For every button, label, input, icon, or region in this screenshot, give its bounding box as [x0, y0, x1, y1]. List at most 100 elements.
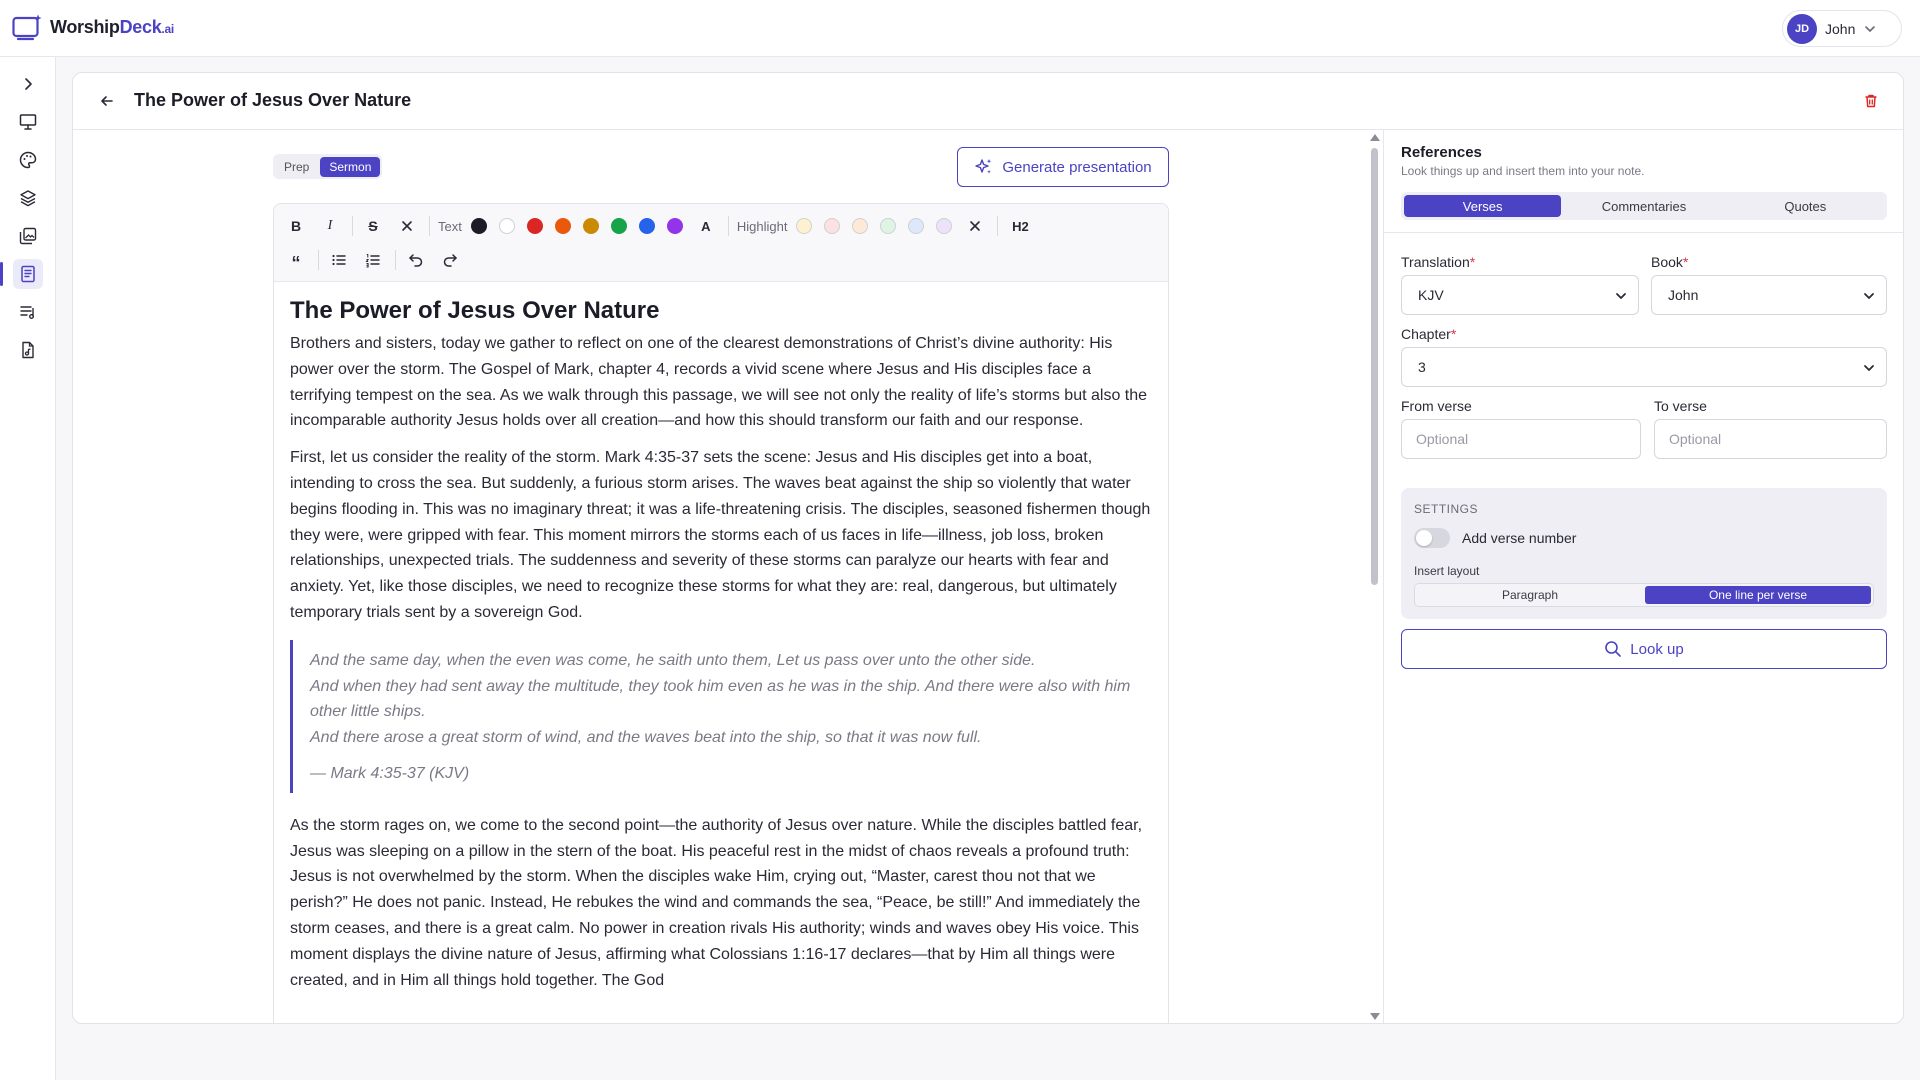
notes-icon: [21, 265, 35, 283]
undo-button[interactable]: [402, 246, 430, 274]
sidebar-item-setlists[interactable]: [13, 297, 43, 327]
text-color-blue[interactable]: [638, 218, 655, 234]
quote-verse: And when they had sent away the multitud…: [310, 677, 1131, 721]
chapter-select[interactable]: 3: [1401, 347, 1887, 387]
highlight-purple[interactable]: [936, 218, 953, 234]
back-arrow-icon: [101, 96, 113, 106]
look-up-label: Look up: [1630, 640, 1684, 658]
gallery-icon: [19, 227, 37, 245]
song-file-icon: [22, 341, 34, 359]
mode-prep[interactable]: Prep: [275, 157, 318, 177]
document-body[interactable]: The Power of Jesus Over Nature Brothers …: [274, 282, 1168, 993]
look-up-button[interactable]: Look up: [1401, 629, 1887, 669]
sidebar-item-themes[interactable]: [13, 145, 43, 175]
text-color-white[interactable]: [498, 218, 515, 234]
clear-highlight-button[interactable]: [961, 212, 989, 240]
heading-2-button[interactable]: H2: [1004, 212, 1036, 240]
sidebar-item-presentations[interactable]: [13, 107, 43, 137]
paragraph: As the storm rages on, we come to the se…: [290, 816, 1143, 989]
reset-text-color-button[interactable]: A: [692, 212, 720, 240]
redo-button[interactable]: [436, 246, 464, 274]
text-color-red[interactable]: [526, 218, 543, 234]
text-color-green[interactable]: [610, 218, 627, 234]
book-select[interactable]: John: [1651, 275, 1887, 315]
highlight-blue[interactable]: [908, 218, 925, 234]
highlight-orange[interactable]: [852, 218, 869, 234]
layout-paragraph[interactable]: Paragraph: [1417, 586, 1643, 604]
quote-verse: And there arose a great storm of wind, a…: [310, 729, 982, 747]
toggle-knob: [1416, 530, 1432, 546]
sidebar-item-notes[interactable]: [0, 259, 43, 289]
scripture-blockquote: And the same day, when the even was come…: [290, 639, 1152, 793]
note-header: The Power of Jesus Over Nature: [73, 73, 1903, 130]
text-color-purple[interactable]: [666, 218, 683, 234]
toolbar-row-1: B I S Text A Highlight H2: [282, 212, 1042, 240]
sidebar-item-media[interactable]: [13, 221, 43, 251]
delete-note-button[interactable]: [1859, 89, 1883, 113]
to-verse-input[interactable]: [1654, 419, 1887, 459]
bold-button[interactable]: B: [282, 212, 310, 240]
bullet-list-button[interactable]: [325, 246, 353, 274]
layout-one-line-per-verse[interactable]: One line per verse: [1645, 586, 1871, 604]
editor-pane: Prep Sermon Generate presentation B I S …: [73, 130, 1383, 1023]
highlight-pink[interactable]: [824, 218, 841, 234]
back-button[interactable]: [95, 89, 119, 113]
scroll-down-arrow-icon[interactable]: [1370, 1013, 1380, 1020]
text-color-black[interactable]: [470, 218, 487, 234]
from-verse-input[interactable]: [1401, 419, 1641, 459]
toolbar-divider: [429, 216, 430, 236]
chevron-down-icon: [1864, 293, 1874, 299]
logo-icon: [12, 14, 42, 41]
toolbar-divider: [997, 216, 999, 236]
italic-button[interactable]: I: [316, 212, 344, 240]
insert-layout-toggle: Paragraph One line per verse: [1414, 583, 1874, 607]
sidebar-item-songs[interactable]: [13, 335, 43, 365]
scroll-up-arrow-icon[interactable]: [1370, 134, 1380, 141]
trash-icon: [1865, 94, 1877, 108]
clear-formatting-button[interactable]: [393, 212, 421, 240]
page-title: The Power of Jesus Over Nature: [134, 90, 412, 110]
verse-number-label: Add verse number: [1462, 530, 1577, 546]
text-color-label: Text: [438, 218, 462, 234]
references-panel: References Look things up and insert the…: [1383, 130, 1903, 1023]
text-color-yellow[interactable]: [582, 218, 599, 234]
mode-toggle: Prep Sermon: [273, 154, 383, 179]
app-logo[interactable]: WorshipDeck.ai: [12, 13, 174, 41]
numbered-list-icon: [365, 254, 380, 268]
rich-text-editor: B I S Text A Highlight H2 “ The Power of…: [273, 203, 1169, 1023]
editor-scrollbar[interactable]: [1369, 132, 1380, 1022]
references-title: References: [1401, 144, 1482, 161]
redo-icon: [443, 254, 457, 267]
expand-sidebar-button[interactable]: [13, 69, 43, 99]
clear-format-icon: [402, 221, 412, 231]
scrollbar-thumb[interactable]: [1371, 148, 1378, 585]
tab-commentaries[interactable]: Commentaries: [1565, 195, 1722, 217]
user-menu[interactable]: JD John: [1782, 10, 1902, 47]
generate-presentation-button[interactable]: Generate presentation: [957, 147, 1169, 187]
formatting-toolbar: B I S Text A Highlight H2 “: [274, 204, 1168, 282]
tab-verses[interactable]: Verses: [1404, 195, 1562, 217]
quote-reference: — Mark 4:35-37 (KJV): [310, 764, 470, 782]
numbered-list-button[interactable]: [359, 246, 387, 274]
generate-label: Generate presentation: [1002, 158, 1152, 176]
blockquote-button[interactable]: “: [282, 246, 310, 274]
chevron-down-icon: [1865, 25, 1876, 32]
toolbar-divider: [318, 250, 319, 270]
search-icon: [1605, 641, 1622, 657]
palette-icon: [19, 151, 37, 169]
tab-quotes[interactable]: Quotes: [1727, 195, 1884, 217]
sidebar-item-layers[interactable]: [13, 183, 43, 213]
to-verse-label: To verse: [1654, 398, 1707, 414]
highlight-green[interactable]: [880, 218, 897, 234]
references-subtitle: Look things up and insert them into your…: [1401, 164, 1645, 178]
toolbar-divider: [395, 250, 396, 270]
undo-icon: [409, 254, 423, 267]
translation-select[interactable]: KJV: [1401, 275, 1639, 315]
mode-sermon[interactable]: Sermon: [320, 156, 381, 177]
strikethrough-button[interactable]: S: [359, 212, 387, 240]
text-color-orange[interactable]: [554, 218, 571, 234]
document-heading: The Power of Jesus Over Nature: [290, 297, 660, 324]
verse-number-toggle[interactable]: [1414, 528, 1450, 548]
chevron-down-icon: [1616, 293, 1626, 299]
highlight-yellow[interactable]: [796, 218, 813, 234]
